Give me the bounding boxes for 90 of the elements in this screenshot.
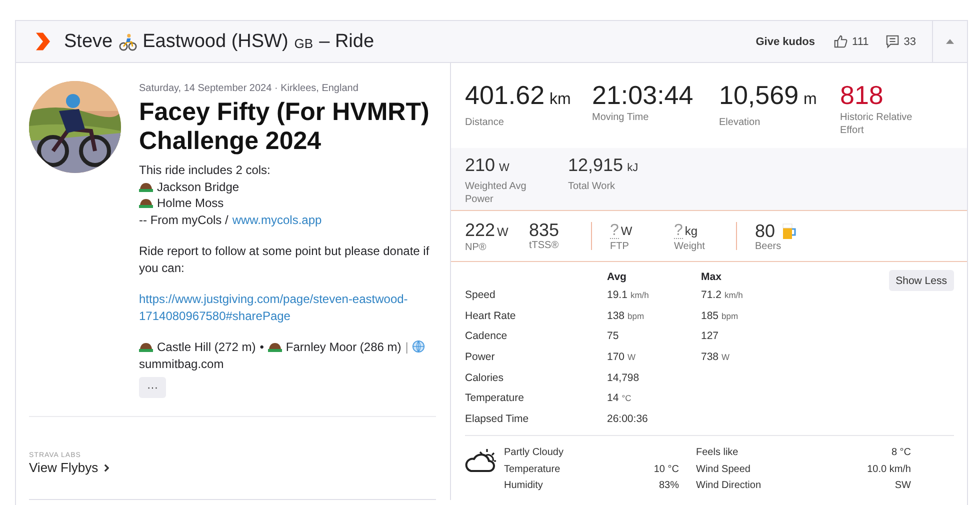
website-link[interactable]: www.mycols.app: [232, 212, 322, 228]
stat-label: Moving Time: [592, 111, 650, 124]
activity-date-location: Saturday, 14 September 2024 · Kirklees, England: [139, 83, 360, 94]
hill-icon: [268, 342, 282, 352]
weather-label: Wind Direction: [696, 479, 762, 494]
stat-label: Total Work: [568, 180, 616, 193]
athlete-name[interactable]: Steve: [64, 30, 113, 52]
hill-icon: [139, 182, 153, 192]
stat-value: 80: [755, 220, 776, 240]
stat-label: Weighted Avg Power: [465, 180, 528, 206]
row-label: Heart Rate: [465, 308, 517, 324]
weather-value: 83%: [658, 479, 679, 494]
avg-value: 138 bpm: [607, 310, 644, 322]
chevron-right-icon: [104, 464, 110, 472]
row-label: Power: [465, 350, 496, 366]
weather-value: 8 °C: [891, 446, 911, 460]
stat-unit: W: [620, 222, 632, 240]
country-code: GB: [294, 36, 314, 50]
stat-label: Weight: [674, 240, 706, 252]
row-label: Speed: [465, 288, 496, 304]
activity-title: Facey Fifty (For HVMRT) Challenge 2024: [139, 98, 430, 156]
stat-value: 210 W: [465, 155, 510, 177]
separator: •: [260, 340, 264, 354]
summit-name: Castle Hill (272 m): [157, 340, 256, 354]
col-name: Jackson Bridge: [157, 178, 240, 195]
weather-value: SW: [894, 479, 911, 494]
max-value: 127: [701, 330, 719, 342]
row-label: Calories: [465, 370, 505, 386]
stat-label: tTSS®: [529, 240, 560, 250]
caret-up-icon: [946, 39, 954, 44]
avg-value: 75: [607, 330, 619, 342]
description-text: Ride report to follow at some point but please donate if you can:: [139, 243, 430, 276]
activity-type: – Ride: [319, 30, 374, 52]
summit-name: Farnley Moor (286 m): [286, 340, 402, 354]
stat-unit: kg: [684, 222, 698, 240]
stat-unit: W: [497, 224, 508, 240]
column-header: Max: [701, 270, 722, 285]
row-label: Elapsed Time: [465, 412, 530, 427]
view-flybys-link[interactable]: View Flybys: [29, 460, 110, 475]
stat-value: 10,569 m: [719, 81, 818, 112]
stat-value: 222: [465, 220, 496, 240]
stat-value: 818: [840, 81, 884, 109]
avg-value: 14,798: [607, 372, 640, 384]
weather-value: 10 °C: [654, 462, 679, 477]
chevron-logo-icon: [36, 32, 50, 51]
weather-label: Feels like: [696, 446, 738, 460]
weather-value: 10.0 km/h: [867, 462, 911, 477]
beer-mug-icon: [781, 222, 798, 240]
stat-value: 21:03:44: [592, 81, 694, 109]
max-value: 71.2 km/h: [701, 289, 743, 302]
avg-value: 19.1 km/h: [607, 289, 649, 302]
source-text: -- From myCols /: [139, 212, 228, 228]
globe-icon: [412, 340, 426, 353]
stat-label: Beers: [755, 240, 782, 252]
stat-label: NP®: [465, 242, 488, 252]
weather-label: Temperature: [504, 462, 560, 477]
weather-label: Wind Speed: [696, 462, 750, 477]
row-label: Temperature: [465, 391, 525, 406]
avg-value: 14 °C: [607, 392, 632, 404]
kudos-count: 111: [852, 36, 869, 48]
hill-icon: [139, 198, 153, 208]
max-value: 738 W: [701, 351, 730, 364]
max-value: 185 bpm: [701, 310, 738, 322]
column-header: Avg: [607, 270, 628, 285]
weather-label: Humidity: [504, 479, 543, 494]
stat-label: FTP: [610, 240, 630, 252]
stat-value: 401.62 km: [465, 81, 572, 112]
row-label: Cadence: [465, 329, 508, 344]
donation-link[interactable]: https://www.justgiving.com/page/steven-eastwood-1714080967580#sharePage: [139, 291, 436, 324]
comment-count: 33: [904, 36, 916, 48]
weather-condition: Partly Cloudy: [504, 446, 564, 460]
description-text: This ride includes 2 cols:: [139, 162, 272, 178]
thumbs-up-icon[interactable]: [833, 34, 848, 49]
give-kudos-link[interactable]: Give kudos: [756, 36, 816, 48]
comment-icon[interactable]: [884, 34, 900, 49]
avg-value: 170 W: [607, 351, 636, 364]
separator: |: [405, 340, 408, 354]
avg-value: 26:00:36: [607, 412, 648, 425]
stat-label: Distance: [465, 116, 505, 129]
site-name: summitbag.com: [139, 356, 224, 370]
stat-label: Historic Relative Effort: [840, 111, 914, 137]
hill-icon: [139, 342, 153, 352]
athlete-name-suffix: Eastwood (HSW): [142, 30, 288, 52]
show-less-button[interactable]: Show Less: [888, 270, 954, 291]
col-name: Holme Moss: [157, 195, 224, 212]
stat-label: Elevation: [719, 116, 762, 129]
more-button[interactable]: ···: [139, 377, 166, 398]
stat-value: 835: [529, 220, 560, 240]
stat-value: 12,915 kJ: [568, 155, 640, 177]
cyclist-icon: [118, 32, 137, 50]
